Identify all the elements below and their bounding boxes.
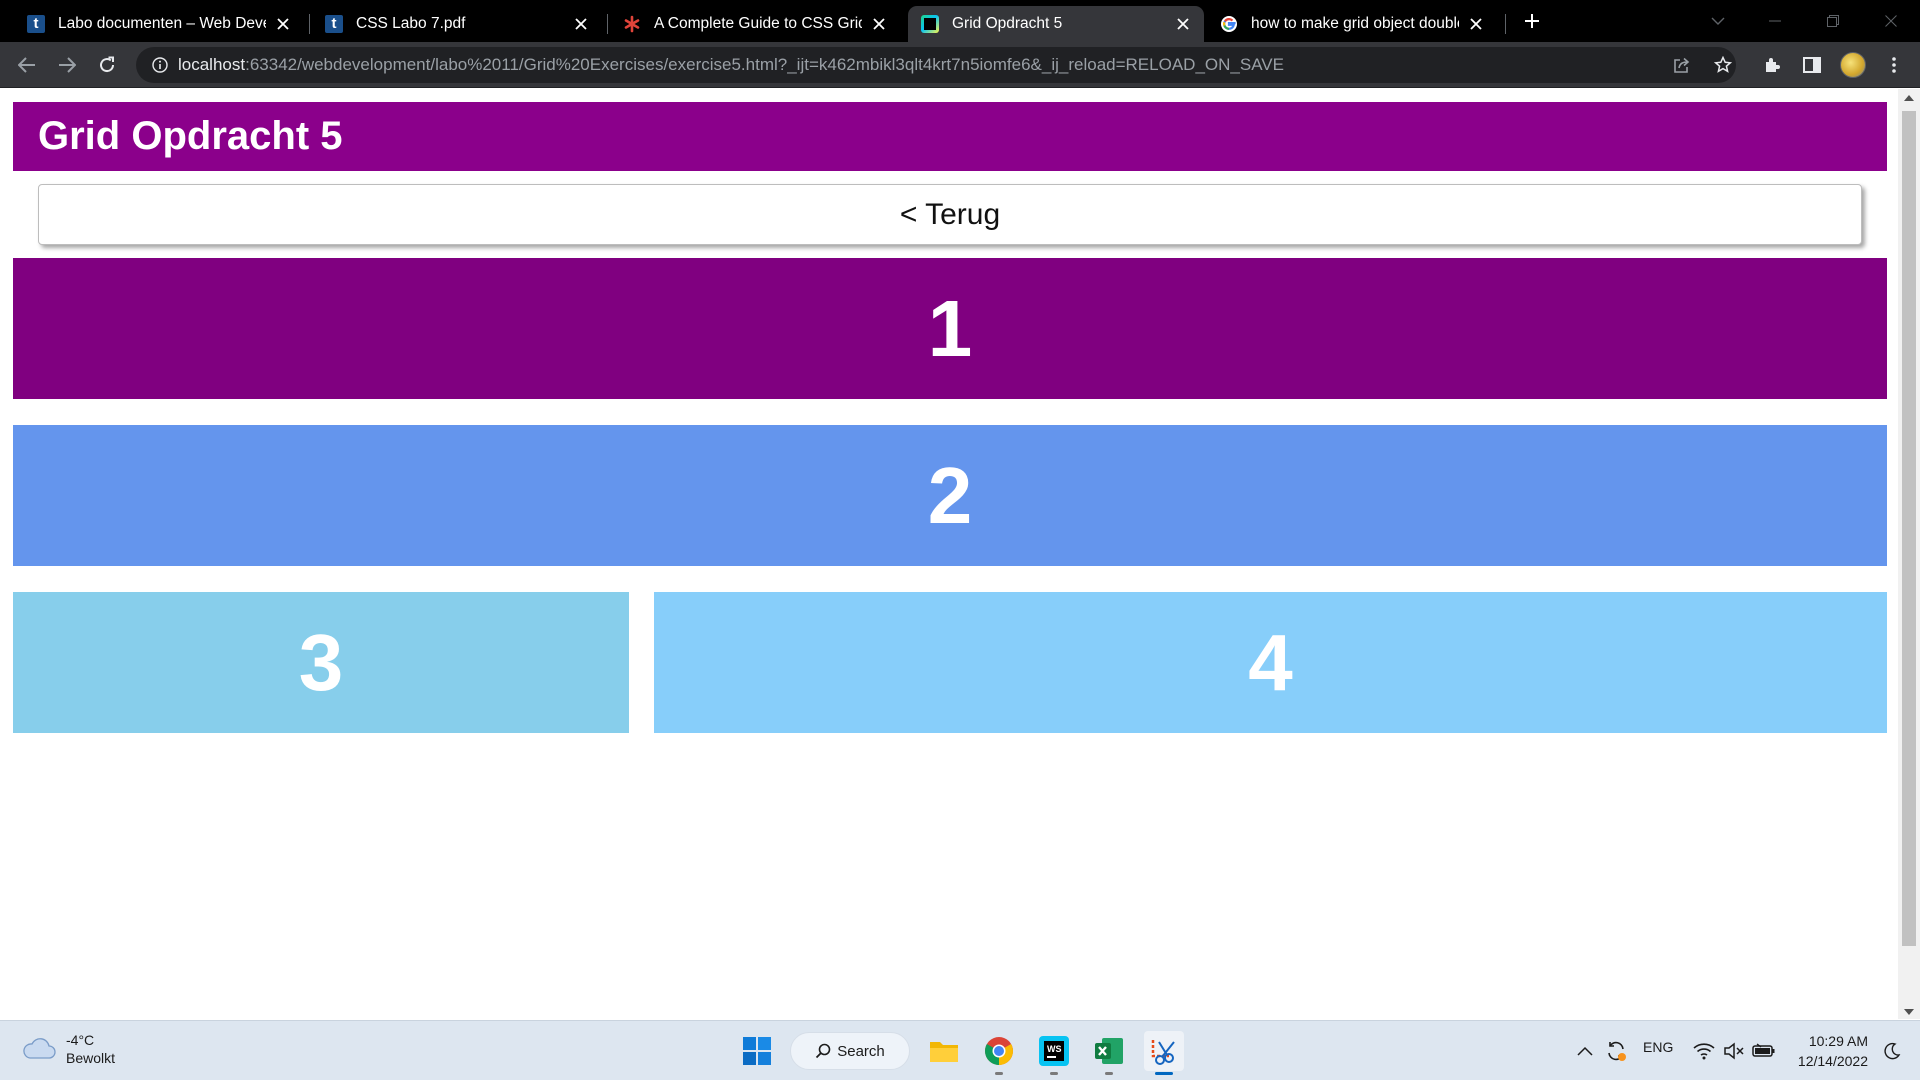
grid-item-1: 1 (13, 258, 1887, 399)
page-viewport: Grid Opdracht 5 < Terug 1 2 3 4 (0, 89, 1898, 1019)
weather-widget[interactable]: -4°C Bewolkt (22, 1031, 115, 1067)
webstorm-icon (920, 14, 940, 34)
url-text: localhost:63342/webdevelopment/labo%2011… (178, 55, 1284, 75)
clock-date: 12/14/2022 (1797, 1053, 1868, 1069)
tab-google-search[interactable]: how to make grid object double (1207, 6, 1497, 42)
back-button[interactable]: < Terug (38, 184, 1862, 245)
back-arrow-icon[interactable] (12, 50, 42, 80)
svg-text:WS: WS (1047, 1044, 1062, 1054)
taskbar: -4°C Bewolkt Search WS ENG 10:29 AM 12/1… (0, 1020, 1920, 1080)
scroll-up-arrow-icon[interactable] (1904, 95, 1914, 101)
grid-item-2: 2 (13, 425, 1887, 566)
scrollbar-thumb[interactable] (1902, 111, 1916, 946)
tab-search-chevron-icon[interactable] (1689, 0, 1747, 42)
weather-temperature: -4°C (66, 1032, 95, 1048)
google-icon (1219, 14, 1239, 34)
grid-item-4: 4 (654, 592, 1887, 733)
running-indicator (1050, 1072, 1058, 1075)
grid-item-3: 3 (13, 592, 629, 733)
page-header: Grid Opdracht 5 (13, 102, 1887, 171)
tab-title: Labo documenten – Web Develo (58, 15, 266, 32)
close-icon[interactable] (870, 15, 888, 33)
tab-separator (309, 14, 310, 34)
cloud-icon (22, 1038, 56, 1060)
forward-arrow-icon[interactable] (52, 50, 82, 80)
webstorm-app-icon[interactable]: WS (1034, 1031, 1074, 1075)
running-indicator (1105, 1072, 1113, 1075)
asterisk-icon (622, 14, 642, 34)
menu-kebab-icon[interactable] (1879, 50, 1909, 80)
language-indicator[interactable]: ENG (1643, 1039, 1673, 1055)
clock-time: 10:29 AM (1808, 1033, 1868, 1049)
tab-separator (1505, 14, 1506, 34)
search-icon (816, 1043, 831, 1059)
notification-moon-icon[interactable] (1872, 1031, 1912, 1071)
running-indicator (995, 1072, 1003, 1075)
tab-title: A Complete Guide to CSS Grid | C (654, 15, 862, 32)
weather-description: Bewolkt (66, 1050, 116, 1066)
info-icon[interactable] (150, 55, 170, 75)
url-path: :63342/webdevelopment/labo%2011/Grid%20E… (245, 55, 1284, 74)
excel-icon[interactable] (1089, 1031, 1129, 1075)
restore-button[interactable] (1804, 0, 1862, 42)
minimize-button[interactable] (1746, 0, 1804, 42)
vertical-scrollbar[interactable] (1898, 89, 1920, 1019)
reload-icon[interactable] (92, 50, 122, 80)
battery-icon[interactable] (1744, 1031, 1784, 1071)
tab-css-labo[interactable]: t CSS Labo 7.pdf (312, 6, 602, 42)
taskbar-search-button[interactable]: Search (790, 1032, 910, 1070)
address-bar[interactable]: localhost:63342/webdevelopment/labo%2011… (136, 47, 1736, 83)
tab-title: CSS Labo 7.pdf (356, 15, 466, 32)
close-icon[interactable] (274, 15, 292, 33)
browser-toolbar: localhost:63342/webdevelopment/labo%2011… (0, 42, 1920, 88)
side-panel-icon[interactable] (1797, 50, 1827, 80)
tab-strip: t Labo documenten – Web Develo t CSS Lab… (0, 0, 1920, 42)
tab-css-grid-guide[interactable]: A Complete Guide to CSS Grid | C (610, 6, 900, 42)
sync-update-icon[interactable] (1596, 1031, 1636, 1071)
scroll-down-arrow-icon[interactable] (1904, 1009, 1914, 1015)
tab-separator (607, 14, 608, 34)
file-explorer-icon[interactable] (924, 1031, 964, 1071)
tab-title: Grid Opdracht 5 (952, 15, 1063, 32)
bookmark-star-icon[interactable] (1708, 50, 1738, 80)
tab-grid-opdracht-5[interactable]: Grid Opdracht 5 (908, 6, 1204, 42)
t-icon: t (324, 14, 344, 34)
url-host: localhost (178, 55, 246, 74)
new-tab-button[interactable] (1517, 6, 1547, 36)
page-title: Grid Opdracht 5 (38, 114, 343, 158)
tab-labo-documenten[interactable]: t Labo documenten – Web Develo (14, 6, 304, 42)
profile-avatar[interactable] (1840, 52, 1866, 78)
close-icon[interactable] (572, 15, 590, 33)
tab-title: how to make grid object double (1251, 15, 1459, 32)
close-icon[interactable] (1467, 15, 1485, 33)
share-icon[interactable] (1667, 50, 1697, 80)
windows-start-icon[interactable] (737, 1031, 777, 1071)
running-indicator (1155, 1072, 1173, 1075)
t-icon: t (26, 14, 46, 34)
snipping-tool-icon[interactable] (1144, 1031, 1184, 1075)
close-window-button[interactable] (1862, 0, 1920, 42)
search-label: Search (837, 1042, 885, 1060)
chrome-icon[interactable] (979, 1031, 1019, 1075)
close-icon[interactable] (1174, 15, 1192, 33)
extensions-puzzle-icon[interactable] (1757, 50, 1787, 80)
system-clock[interactable]: 10:29 AM 12/14/2022 (1788, 1031, 1868, 1071)
